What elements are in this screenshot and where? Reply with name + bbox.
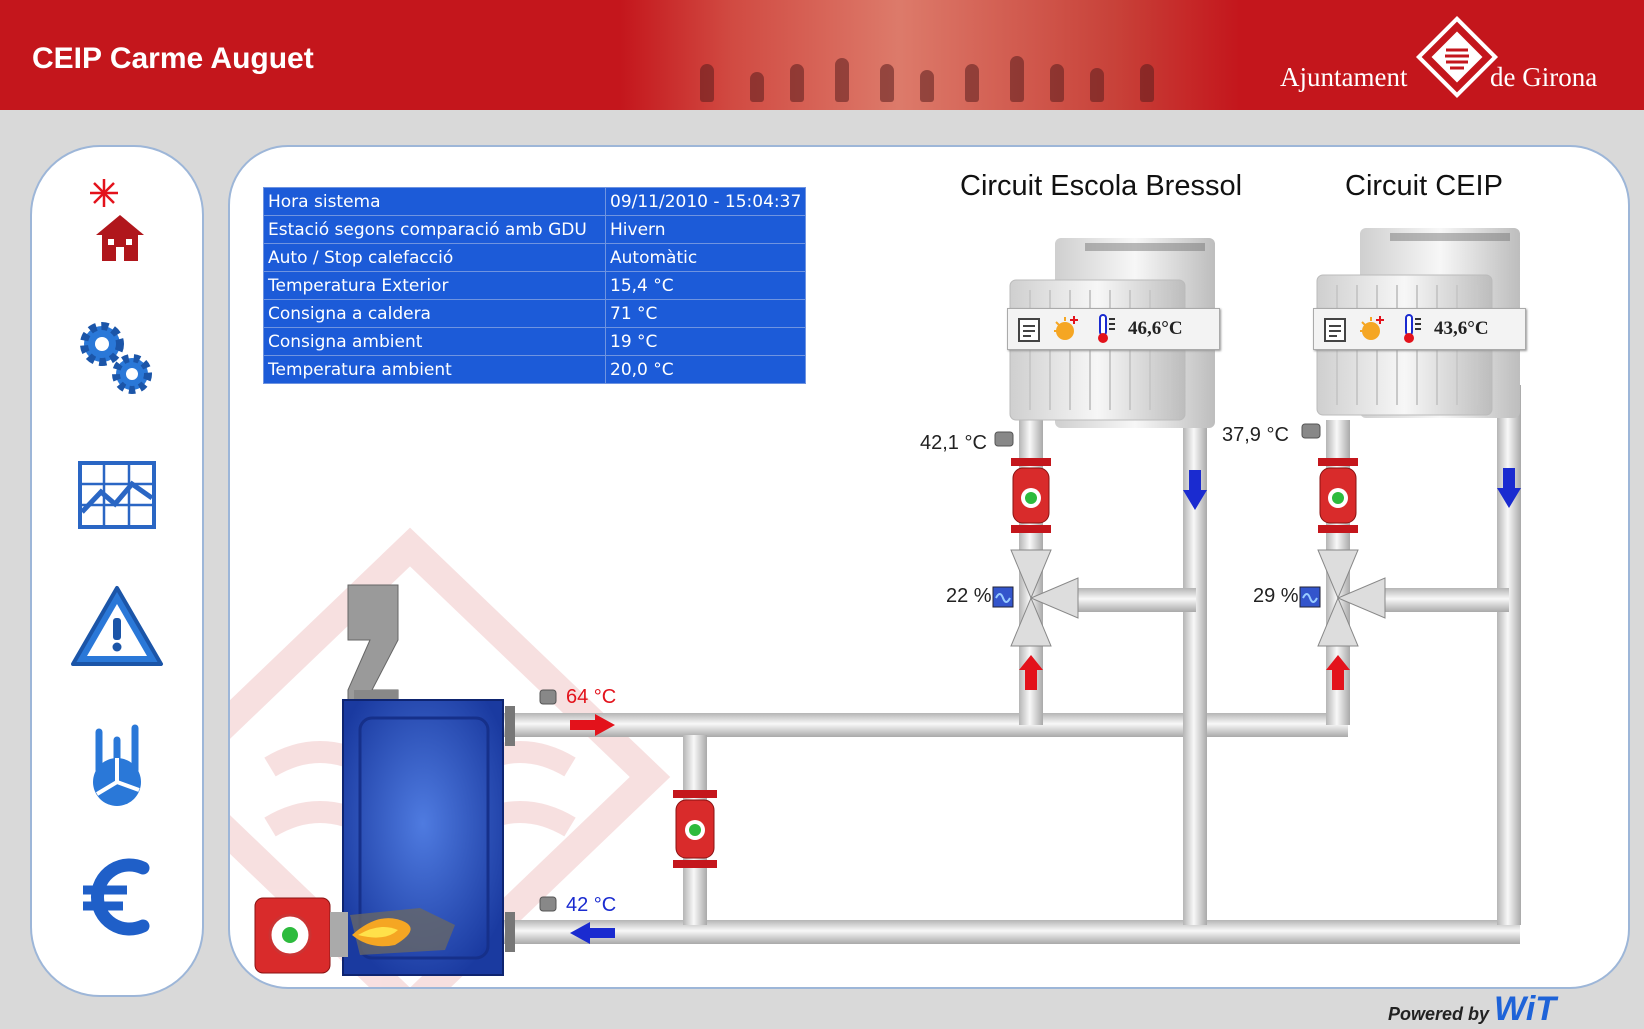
sensor-icon xyxy=(539,689,557,705)
flow-arrows xyxy=(570,468,1521,944)
pump-bypass-icon xyxy=(673,790,717,868)
info-table: Hora sistema 09/11/2010 - 15:04:37 Estaci… xyxy=(263,187,807,384)
table-cell-label: Auto / Stop calefacció xyxy=(263,243,606,272)
table-cell-label: Hora sistema xyxy=(263,187,606,216)
table-cell-value: 15,4 °C xyxy=(604,271,807,300)
clipboard-icon[interactable] xyxy=(1322,315,1348,343)
sensor-icon xyxy=(1301,423,1321,439)
table-row: Consigna a caldera 71 °C xyxy=(263,299,807,328)
pump-ceip-icon xyxy=(1318,458,1358,533)
table-row: Temperatura Exterior 15,4 °C xyxy=(263,271,807,300)
table-cell-label: Temperatura ambient xyxy=(263,355,606,384)
radiator-controls: 43,6°C xyxy=(1313,308,1526,350)
three-way-valve-escola-bressol-icon xyxy=(992,549,1079,647)
table-cell-value: 09/11/2010 - 15:04:37 xyxy=(604,187,807,216)
pump-escola-bressol-icon xyxy=(1011,458,1051,533)
hydraulic-schematic xyxy=(254,228,1521,976)
return-pipe xyxy=(500,920,1520,944)
supply-temp: 64 °C xyxy=(566,686,617,708)
table-cell-value: Automàtic xyxy=(604,243,807,272)
sun-moon-icon[interactable] xyxy=(1052,314,1082,344)
thermometer-icon xyxy=(1404,314,1421,343)
table-row: Consigna ambient 19 °C xyxy=(263,327,807,356)
table-row: Auto / Stop calefacció Automàtic xyxy=(263,243,807,272)
sun-moon-icon[interactable] xyxy=(1358,314,1388,344)
circuit-ceip-title: Circuit CEIP xyxy=(1345,170,1503,202)
table-cell-value: 71 °C xyxy=(604,299,807,328)
table-cell-value: 20,0 °C xyxy=(604,355,807,384)
circuit-escola-bressol-title: Circuit Escola Bressol xyxy=(960,170,1243,202)
sensor-icon xyxy=(994,431,1014,447)
sensor-icon xyxy=(539,896,557,912)
table-row: Temperatura ambient 20,0 °C xyxy=(263,355,807,384)
table-cell-label: Consigna a caldera xyxy=(263,299,606,328)
clipboard-icon[interactable] xyxy=(1016,315,1042,343)
table-cell-label: Consigna ambient xyxy=(263,327,606,356)
table-cell-value: Hivern xyxy=(604,215,807,244)
table-cell-value: 19 °C xyxy=(604,327,807,356)
table-cell-label: Estació segons comparació amb GDU xyxy=(263,215,606,244)
return-temp: 42 °C xyxy=(566,894,617,916)
radiator-temp: 43,6°C xyxy=(1434,318,1489,339)
valve-position-escola-bressol: 22 % xyxy=(946,585,992,607)
radiator-controls: 46,6°C xyxy=(1007,308,1220,350)
three-way-valve-ceip-icon xyxy=(1299,549,1386,647)
radiator-temp: 46,6°C xyxy=(1128,318,1183,339)
thermometer-icon xyxy=(1098,314,1115,343)
flow-temp-escola-bressol: 42,1 °C xyxy=(920,432,987,454)
table-row: Hora sistema 09/11/2010 - 15:04:37 xyxy=(263,187,807,216)
valve-position-ceip: 29 % xyxy=(1253,585,1299,607)
supply-pipe xyxy=(500,713,1348,737)
table-row: Estació segons comparació amb GDU Hivern xyxy=(263,215,807,244)
table-cell-label: Temperatura Exterior xyxy=(263,271,606,300)
flow-temp-ceip: 37,9 °C xyxy=(1222,424,1289,446)
